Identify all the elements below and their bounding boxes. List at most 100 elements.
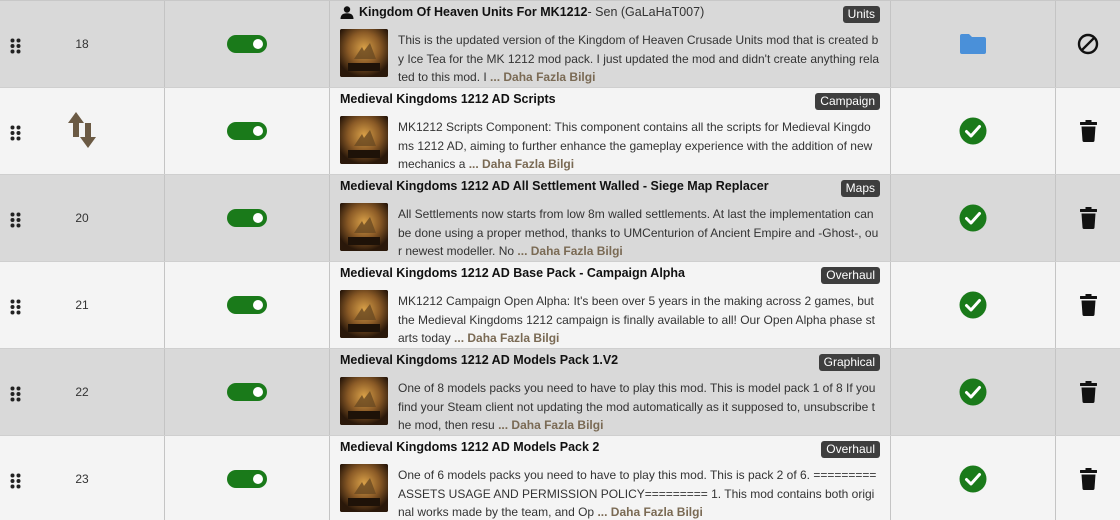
drag-handle-icon[interactable]	[10, 125, 21, 141]
mod-thumbnail	[340, 290, 388, 338]
drag-handle-icon[interactable]	[10, 473, 21, 489]
load-order-number: 18	[75, 37, 89, 51]
more-info-link[interactable]: ... Daha Fazla Bilgi	[495, 418, 603, 432]
toggle-cell	[164, 175, 330, 261]
mod-row: Medieval Kingdoms 1212 AD Scripts Campai…	[0, 88, 1120, 175]
ban-icon[interactable]	[1077, 33, 1099, 55]
drag-cell[interactable]	[0, 175, 30, 261]
category-badge: Campaign	[815, 93, 880, 110]
mod-info-cell: Kingdom Of Heaven Units For MK1212 - Sen…	[330, 1, 891, 87]
toggle-cell	[164, 262, 330, 348]
status-cell	[891, 436, 1056, 520]
mod-row: 20 Medieval Kingdoms 1212 AD All Settlem…	[0, 175, 1120, 262]
mod-description: This is the updated version of the Kingd…	[398, 33, 880, 84]
load-order-number: 23	[75, 472, 89, 486]
load-order-cell: 18	[30, 1, 134, 87]
person-icon	[340, 5, 359, 19]
mod-info-cell: Medieval Kingdoms 1212 AD Scripts Campai…	[330, 88, 891, 174]
enable-toggle[interactable]	[227, 296, 267, 314]
trash-icon[interactable]	[1079, 381, 1097, 403]
load-order-number: 20	[75, 211, 89, 225]
drag-handle-icon[interactable]	[10, 212, 21, 228]
mod-description-block: This is the updated version of the Kingd…	[398, 31, 880, 87]
action-cell	[1056, 1, 1120, 87]
mod-row: 22 Medieval Kingdoms 1212 AD Models Pack…	[0, 349, 1120, 436]
category-badge: Units	[842, 6, 880, 23]
check-circle-icon	[959, 465, 987, 493]
drag-handle-icon[interactable]	[10, 299, 21, 315]
mod-thumbnail	[340, 29, 388, 77]
mod-title[interactable]: Kingdom Of Heaven Units For MK1212	[359, 5, 588, 19]
more-info-link[interactable]: ... Daha Fazla Bilgi	[487, 70, 595, 84]
mod-row: 23 Medieval Kingdoms 1212 AD Models Pack…	[0, 436, 1120, 520]
trash-icon[interactable]	[1079, 468, 1097, 490]
mod-title-line[interactable]: Kingdom Of Heaven Units For MK1212 - Sen…	[340, 5, 704, 19]
mod-title-line[interactable]: Medieval Kingdoms 1212 AD Models Pack 2	[340, 440, 599, 454]
mod-title[interactable]: Medieval Kingdoms 1212 AD All Settlement…	[340, 179, 769, 193]
mod-info-cell: Medieval Kingdoms 1212 AD Models Pack 2 …	[330, 436, 891, 520]
mod-description: One of 8 models packs you need to have t…	[398, 381, 876, 432]
mod-title-line[interactable]: Medieval Kingdoms 1212 AD Scripts	[340, 92, 556, 106]
enable-toggle[interactable]	[227, 209, 267, 227]
toggle-cell	[164, 1, 330, 87]
load-order-cell: 21	[30, 262, 134, 348]
load-order-cell	[30, 88, 134, 174]
more-info-link[interactable]: ... Daha Fazla Bilgi	[465, 157, 574, 171]
drag-cell[interactable]	[0, 1, 30, 87]
mod-description-block: All Settlements now starts from low 8m w…	[398, 205, 880, 261]
mod-title[interactable]: Medieval Kingdoms 1212 AD Base Pack - Ca…	[340, 266, 685, 280]
drag-cell[interactable]	[0, 88, 30, 174]
mod-title[interactable]: Medieval Kingdoms 1212 AD Models Pack 1.…	[340, 353, 618, 367]
mod-author: - Sen (GaLaHaT007)	[587, 5, 705, 19]
check-circle-icon	[959, 117, 987, 145]
mod-description-block: MK1212 Scripts Component: This component…	[398, 118, 880, 174]
mod-title[interactable]: Medieval Kingdoms 1212 AD Models Pack 2	[340, 440, 599, 454]
category-badge: Overhaul	[821, 441, 880, 458]
folder-icon[interactable]	[959, 33, 987, 55]
check-circle-icon	[959, 204, 987, 232]
load-order-cell: 20	[30, 175, 134, 261]
enable-toggle[interactable]	[227, 35, 267, 53]
mod-description: All Settlements now starts from low 8m w…	[398, 207, 879, 258]
mod-title-line[interactable]: Medieval Kingdoms 1212 AD Base Pack - Ca…	[340, 266, 685, 280]
status-cell	[891, 88, 1056, 174]
mod-info-cell: Medieval Kingdoms 1212 AD Base Pack - Ca…	[330, 262, 891, 348]
load-order-number: 22	[75, 385, 89, 399]
enable-toggle[interactable]	[227, 383, 267, 401]
drag-handle-icon[interactable]	[10, 38, 21, 54]
toggle-cell	[164, 436, 330, 520]
mod-row: 21 Medieval Kingdoms 1212 AD Base Pack -…	[0, 262, 1120, 349]
mod-description-block: One of 8 models packs you need to have t…	[398, 379, 880, 435]
action-cell	[1056, 175, 1120, 261]
more-info-link[interactable]: ... Daha Fazla Bilgi	[451, 331, 559, 345]
category-badge: Overhaul	[821, 267, 880, 284]
check-circle-icon	[959, 291, 987, 319]
action-cell	[1056, 436, 1120, 520]
drag-handle-icon[interactable]	[10, 386, 21, 402]
action-cell	[1056, 88, 1120, 174]
drag-cell[interactable]	[0, 349, 30, 435]
toggle-cell	[164, 349, 330, 435]
drag-cell[interactable]	[0, 262, 30, 348]
mod-title-line[interactable]: Medieval Kingdoms 1212 AD All Settlement…	[340, 179, 769, 193]
mod-title-line[interactable]: Medieval Kingdoms 1212 AD Models Pack 1.…	[340, 353, 618, 367]
trash-icon[interactable]	[1079, 294, 1097, 316]
enable-toggle[interactable]	[227, 470, 267, 488]
enable-toggle[interactable]	[227, 122, 267, 140]
status-cell	[891, 349, 1056, 435]
more-info-link[interactable]: ... Daha Fazla Bilgi	[514, 244, 622, 258]
sort-arrows-icon[interactable]	[67, 111, 97, 152]
action-cell	[1056, 262, 1120, 348]
action-cell	[1056, 349, 1120, 435]
status-cell	[891, 175, 1056, 261]
trash-icon[interactable]	[1079, 207, 1097, 229]
trash-icon[interactable]	[1079, 120, 1097, 142]
toggle-cell	[164, 88, 330, 174]
mod-thumbnail	[340, 377, 388, 425]
drag-cell[interactable]	[0, 436, 30, 520]
mod-title[interactable]: Medieval Kingdoms 1212 AD Scripts	[340, 92, 556, 106]
mod-list: 18 Kingdom Of Heaven Units For MK1212 - …	[0, 0, 1120, 520]
more-info-link[interactable]: ... Daha Fazla Bilgi	[594, 505, 702, 519]
mod-description-block: MK1212 Campaign Open Alpha: It's been ov…	[398, 292, 880, 348]
load-order-number: 21	[75, 298, 89, 312]
